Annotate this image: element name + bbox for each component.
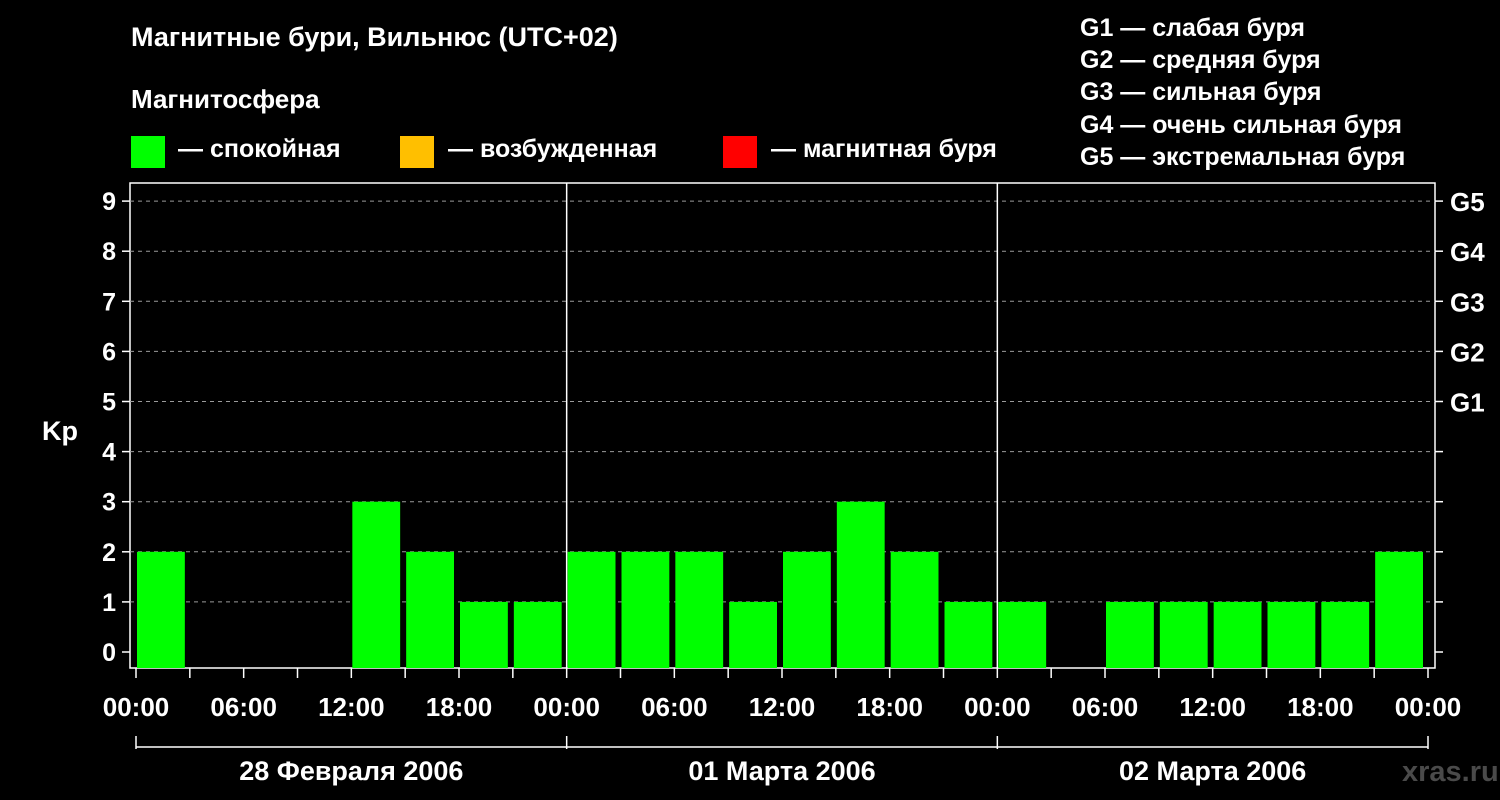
x-tick-label: 18:00 xyxy=(856,692,923,722)
x-tick-label: 12:00 xyxy=(749,692,816,722)
kp-bar xyxy=(567,551,616,668)
y-tick-label: 9 xyxy=(102,188,116,216)
kp-bar xyxy=(406,551,454,668)
kp-bar xyxy=(352,501,401,668)
plot-frame xyxy=(129,182,1436,669)
watermark: xras.ru xyxy=(1402,756,1499,788)
y-axis-label: Kp xyxy=(42,416,78,446)
g-level-label: G3 xyxy=(1450,287,1485,317)
g-level-label: G5 xyxy=(1450,187,1485,217)
x-tick-label: 18:00 xyxy=(426,692,493,722)
kp-bar xyxy=(1106,601,1154,668)
kp-bar xyxy=(460,601,508,668)
x-tick-label: 12:00 xyxy=(318,692,385,722)
kp-bar xyxy=(1159,601,1208,668)
day-label: 01 Марта 2006 xyxy=(688,756,875,786)
kp-bar xyxy=(890,551,939,668)
x-tick-label: 00:00 xyxy=(103,692,170,722)
x-tick-label: 06:00 xyxy=(210,692,277,722)
kp-bar xyxy=(944,601,993,668)
y-tick-label: 8 xyxy=(102,238,116,266)
y-tick-label: 0 xyxy=(102,639,116,667)
kp-bar xyxy=(1267,601,1316,668)
kp-bar xyxy=(1213,601,1262,668)
g-level-label: G2 xyxy=(1450,337,1485,367)
x-tick-label: 00:00 xyxy=(533,692,600,722)
x-tick-label: 18:00 xyxy=(1287,692,1354,722)
y-tick-label: 6 xyxy=(102,338,116,366)
kp-bar-chart: 0 1 2 3 4 5 6 7 8 9 G1 G2 G3 G4 G5 Kp 00:00 06:00 12:00 18:… xyxy=(42,182,1485,786)
y-tick-label: 1 xyxy=(102,589,116,617)
y-tick-label: 2 xyxy=(102,539,116,567)
x-tick-label: 00:00 xyxy=(1395,692,1462,722)
y-tick-label: 5 xyxy=(102,389,116,417)
kp-bar xyxy=(137,551,185,668)
kp-bar xyxy=(621,551,670,668)
kp-bar xyxy=(783,551,831,668)
kp-bar xyxy=(675,551,724,668)
x-tick-label: 12:00 xyxy=(1179,692,1246,722)
y-tick-label: 4 xyxy=(102,439,116,467)
kp-bar xyxy=(1321,601,1370,668)
g-level-label: G1 xyxy=(1450,388,1485,418)
x-tick-label: 06:00 xyxy=(1072,692,1139,722)
y-tick-label: 7 xyxy=(102,288,116,316)
kp-bar xyxy=(729,601,777,668)
x-tick-label: 06:00 xyxy=(641,692,708,722)
kp-bar xyxy=(836,501,885,668)
x-tick-label: 00:00 xyxy=(964,692,1031,722)
day-label: 02 Марта 2006 xyxy=(1119,756,1306,786)
kp-bar xyxy=(513,601,562,668)
kp-bar xyxy=(1375,551,1423,668)
y-tick-label: 3 xyxy=(102,489,116,517)
kp-bar xyxy=(998,601,1047,668)
day-label: 28 Февраля 2006 xyxy=(239,756,463,786)
g-level-label: G4 xyxy=(1450,237,1485,267)
